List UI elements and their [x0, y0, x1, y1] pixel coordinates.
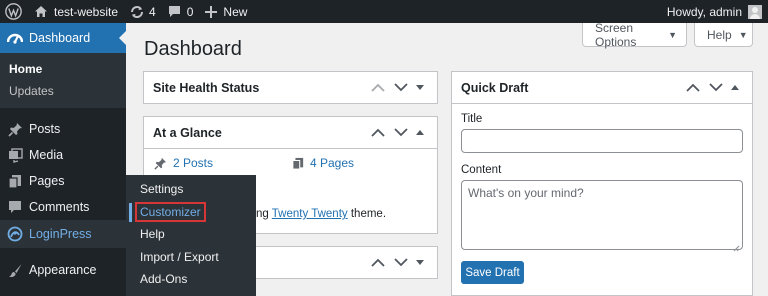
widget-header: At a Glance	[144, 117, 437, 149]
new-content-link[interactable]: New	[199, 0, 253, 23]
widget-controls	[686, 83, 752, 92]
flyout-item-customizer[interactable]: Customizer	[126, 201, 256, 224]
loginpress-flyout-menu: Settings Customizer Help Import / Export…	[126, 175, 256, 296]
loginpress-icon	[6, 225, 24, 243]
comment-icon	[168, 5, 181, 18]
submenu-item-home[interactable]: Home	[0, 58, 126, 80]
widget-title: Site Health Status	[153, 80, 260, 95]
chevron-up-icon[interactable]	[371, 128, 385, 137]
sidebar-item-pages[interactable]: Pages	[0, 168, 126, 194]
comments-icon	[6, 198, 24, 216]
plus-icon	[205, 5, 218, 18]
resize-handle-icon[interactable]	[733, 240, 740, 252]
help-button[interactable]: Help ▼	[694, 23, 753, 47]
content-label: Content	[461, 164, 502, 176]
widget-controls	[371, 83, 437, 92]
comments-count: 0	[186, 4, 194, 19]
sidebar-item-label: Posts	[29, 122, 61, 136]
pages-count-link[interactable]: 4 Pages	[292, 156, 354, 170]
chevron-up-icon[interactable]	[371, 83, 385, 92]
theme-prefix: ng	[256, 208, 269, 220]
widget-controls	[371, 258, 437, 267]
flyout-item-import-export[interactable]: Import / Export	[126, 246, 256, 269]
media-icon	[6, 146, 24, 164]
chevron-up-icon[interactable]	[686, 83, 700, 92]
admin-sidebar: Dashboard Home Updates Posts Media Pages…	[0, 23, 126, 296]
updates-link[interactable]: 4	[124, 0, 162, 23]
pages-icon	[292, 157, 304, 170]
flyout-item-settings[interactable]: Settings	[126, 178, 256, 201]
my-account-link[interactable]: Howdy, admin	[661, 0, 768, 23]
theme-suffix: theme.	[350, 208, 387, 220]
highlight-box: Customizer	[135, 201, 206, 222]
pages-icon	[6, 172, 24, 190]
flyout-item-help[interactable]: Help	[126, 223, 256, 246]
widget-title: Quick Draft	[461, 80, 529, 95]
sidebar-item-appearance[interactable]: Appearance	[0, 257, 126, 283]
pages-count-label: 4 Pages	[310, 156, 355, 170]
title-input[interactable]	[461, 129, 743, 153]
flyout-item-addons[interactable]: Add-Ons	[126, 268, 256, 291]
sidebar-item-label: Appearance	[29, 263, 97, 277]
avatar	[748, 4, 762, 19]
sidebar-item-label: LoginPress	[29, 227, 92, 241]
sidebar-item-comments[interactable]: Comments	[0, 194, 126, 220]
submenu-item-updates[interactable]: Updates	[0, 80, 126, 102]
menu-separator	[0, 248, 126, 257]
toggle-panel-icon[interactable]	[726, 85, 744, 90]
theme-info: ng Twenty Twenty theme.	[256, 208, 386, 220]
save-draft-button[interactable]: Save Draft	[461, 261, 524, 284]
screen-options-label: Screen Options	[595, 20, 637, 49]
howdy-text: Howdy, admin	[666, 4, 742, 19]
chevron-down-icon[interactable]	[394, 83, 408, 92]
sidebar-item-posts[interactable]: Posts	[0, 116, 126, 142]
caret-down-icon: ▼	[668, 29, 677, 40]
site-health-widget: Site Health Status	[143, 71, 438, 104]
content-placeholder: What's on your mind?	[468, 186, 584, 200]
new-label: New	[223, 4, 248, 19]
posts-count-label: 2 Posts	[173, 156, 214, 170]
dashboard-icon	[6, 29, 24, 47]
toggle-panel-icon[interactable]	[411, 260, 429, 265]
updates-icon	[130, 5, 144, 19]
toggle-panel-icon[interactable]	[411, 85, 429, 90]
page-title: Dashboard	[144, 38, 242, 60]
dashboard-submenu: Home Updates	[0, 53, 126, 108]
menu-separator	[0, 108, 126, 116]
sidebar-item-label: Comments	[29, 200, 90, 214]
caret-down-icon: ▼	[738, 29, 748, 40]
sidebar-item-label: Dashboard	[29, 31, 91, 45]
sidebar-item-dashboard[interactable]: Dashboard	[0, 23, 126, 53]
chevron-down-icon[interactable]	[394, 258, 408, 267]
chevron-down-icon[interactable]	[709, 83, 723, 92]
sidebar-item-loginpress[interactable]: LoginPress	[0, 220, 126, 248]
wordpress-logo-icon[interactable]	[0, 0, 26, 23]
chevron-up-icon[interactable]	[371, 258, 385, 267]
posts-count-link[interactable]: 2 Posts	[154, 156, 213, 170]
pushpin-icon	[154, 157, 167, 170]
updates-count: 4	[149, 4, 156, 19]
widget-title: At a Glance	[153, 125, 222, 140]
widget-header: Site Health Status	[144, 72, 437, 103]
home-icon	[34, 5, 48, 18]
theme-link[interactable]: Twenty Twenty	[272, 208, 348, 220]
paintbrush-icon	[6, 261, 24, 279]
pushpin-icon	[6, 120, 24, 138]
widget-controls	[371, 128, 437, 137]
site-name: test-website	[54, 4, 119, 19]
sidebar-item-label: Pages	[29, 174, 65, 188]
site-name-link[interactable]: test-website	[28, 0, 124, 23]
title-label: Title	[461, 113, 483, 125]
screen-options-button[interactable]: Screen Options ▼	[582, 20, 687, 49]
chevron-down-icon[interactable]	[394, 128, 408, 137]
widget-header: Quick Draft	[452, 72, 752, 104]
comments-link[interactable]: 0	[162, 0, 200, 23]
help-label: Help	[707, 27, 732, 42]
sidebar-item-media[interactable]: Media	[0, 142, 126, 168]
toggle-panel-icon[interactable]	[411, 130, 429, 135]
sidebar-item-label: Media	[29, 148, 64, 162]
